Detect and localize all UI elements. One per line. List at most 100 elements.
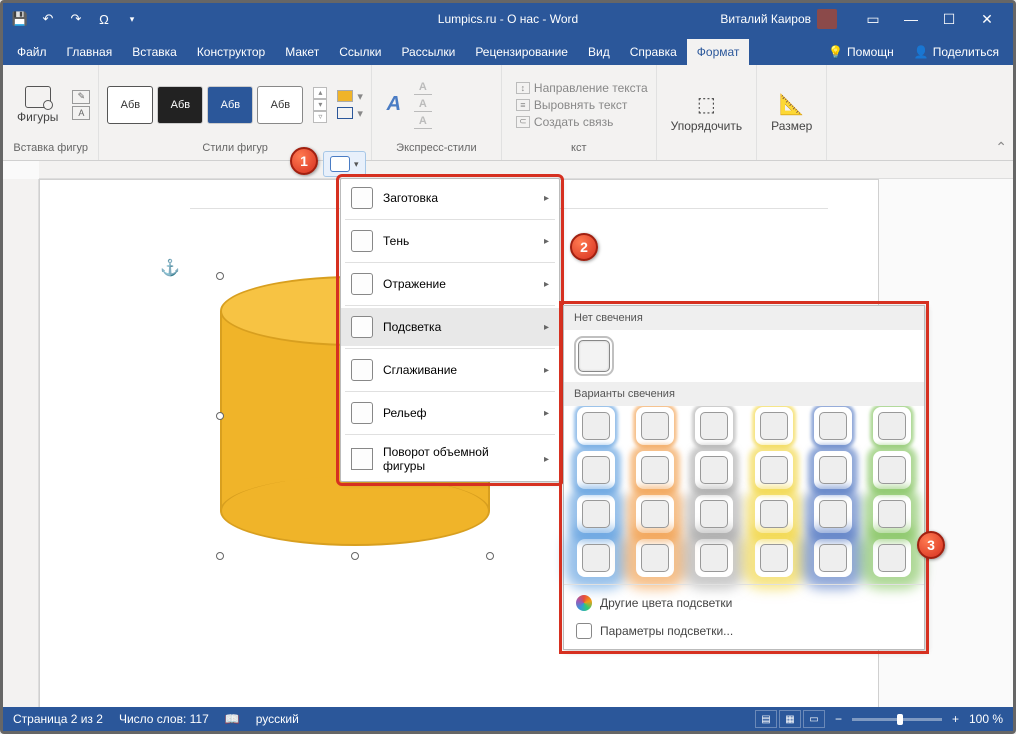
link-icon: ⊂ — [516, 116, 530, 128]
resize-handle-b[interactable] — [351, 552, 359, 560]
style-gallery-nav[interactable]: ▴▾▿ — [313, 87, 327, 123]
resize-handle-br[interactable] — [486, 552, 494, 560]
qat-dropdown-icon[interactable]: ▾ — [123, 10, 141, 28]
horizontal-ruler[interactable] — [39, 161, 1013, 179]
edit-shape-icon[interactable]: ✎ — [72, 90, 90, 104]
glow-swatch[interactable] — [878, 544, 906, 572]
create-link-button[interactable]: ⊂Создать связь — [516, 114, 648, 130]
save-icon[interactable]: 💾 — [11, 10, 29, 28]
undo-icon[interactable]: ↶ — [39, 10, 57, 28]
glow-swatch[interactable] — [582, 456, 610, 484]
arrange-button[interactable]: ⬚ Упорядочить — [665, 90, 748, 135]
status-page[interactable]: Страница 2 из 2 — [13, 712, 103, 726]
size-button[interactable]: 📐 Размер — [765, 90, 818, 135]
tab-insert[interactable]: Вставка — [122, 39, 187, 65]
glow-swatch[interactable] — [819, 500, 847, 528]
glow-swatch[interactable] — [700, 456, 728, 484]
glow-none-option[interactable] — [578, 340, 610, 372]
glow-swatch[interactable] — [641, 500, 669, 528]
resize-handle-bl[interactable] — [216, 552, 224, 560]
shapes-button[interactable]: Фигуры — [11, 84, 64, 126]
glow-swatch[interactable] — [582, 544, 610, 572]
minimize-icon[interactable]: ― — [893, 5, 929, 33]
glow-swatch[interactable] — [700, 412, 728, 440]
tab-review[interactable]: Рецензирование — [465, 39, 578, 65]
rotation-icon — [351, 448, 373, 470]
collapse-ribbon-icon[interactable]: ⌃ — [995, 139, 1007, 156]
tab-help[interactable]: Справка — [620, 39, 687, 65]
glow-swatch[interactable] — [582, 412, 610, 440]
shape-style-4[interactable]: Абв — [257, 86, 303, 124]
zoom-in-icon[interactable]: + — [952, 712, 959, 726]
zoom-out-icon[interactable]: − — [835, 712, 842, 726]
zoom-slider[interactable] — [852, 718, 942, 721]
effects-reflection[interactable]: Отражение▸ — [341, 265, 559, 303]
color-wheel-icon — [576, 595, 592, 611]
status-language[interactable]: русский — [256, 712, 299, 726]
tab-references[interactable]: Ссылки — [329, 39, 391, 65]
glow-swatch[interactable] — [878, 456, 906, 484]
shape-fill-button[interactable]: ▾ — [337, 90, 363, 103]
spellcheck-icon[interactable]: 📖 — [225, 712, 240, 726]
shape-style-3[interactable]: Абв — [207, 86, 253, 124]
tab-view[interactable]: Вид — [578, 39, 620, 65]
shape-style-2[interactable]: Абв — [157, 86, 203, 124]
glow-swatch[interactable] — [641, 544, 669, 572]
text-outline-icon[interactable]: A — [414, 98, 432, 112]
glow-swatch[interactable] — [819, 412, 847, 440]
resize-handle-tl[interactable] — [216, 272, 224, 280]
tab-design[interactable]: Конструктор — [187, 39, 275, 65]
shape-outline-button[interactable]: ▾ — [337, 107, 363, 120]
status-words[interactable]: Число слов: 117 — [119, 712, 209, 726]
glow-swatch[interactable] — [700, 500, 728, 528]
glow-swatch[interactable] — [760, 544, 788, 572]
effects-3d-rotation[interactable]: Поворот объемной фигуры▸ — [341, 437, 559, 481]
tab-file[interactable]: Файл — [7, 39, 57, 65]
effects-glow[interactable]: Подсветка▸ — [341, 308, 559, 346]
glow-swatch[interactable] — [760, 412, 788, 440]
tab-format[interactable]: Формат — [687, 39, 750, 65]
ribbon-mode-icon[interactable]: ▭ — [855, 5, 891, 33]
text-fill-icon[interactable]: A — [414, 81, 432, 95]
vertical-ruler[interactable] — [3, 179, 39, 707]
shape-style-1[interactable]: Абв — [107, 86, 153, 124]
glow-swatch[interactable] — [582, 500, 610, 528]
glow-swatch[interactable] — [819, 544, 847, 572]
glow-swatch[interactable] — [760, 456, 788, 484]
effects-preset[interactable]: Заготовка▸ — [341, 179, 559, 217]
tab-home[interactable]: Главная — [57, 39, 123, 65]
user-account[interactable]: Виталий Каиров — [710, 9, 847, 29]
glow-swatch[interactable] — [641, 412, 669, 440]
omega-icon[interactable]: Ω — [95, 10, 113, 28]
align-text-button[interactable]: ≡Выровнять текст — [516, 97, 648, 113]
effects-soft-edges[interactable]: Сглаживание▸ — [341, 351, 559, 389]
glow-swatch[interactable] — [760, 500, 788, 528]
chevron-right-icon: ▸ — [544, 279, 549, 290]
glow-swatch[interactable] — [641, 456, 669, 484]
zoom-level[interactable]: 100 % — [969, 712, 1003, 726]
share-button[interactable]: 👤Поделиться — [904, 39, 1009, 65]
shape-effects-button[interactable]: ▾ — [323, 151, 366, 177]
text-box-icon[interactable]: A — [72, 106, 90, 120]
close-icon[interactable]: ✕ — [969, 5, 1005, 33]
redo-icon[interactable]: ↷ — [67, 10, 85, 28]
glow-swatch[interactable] — [819, 456, 847, 484]
tab-mailings[interactable]: Рассылки — [391, 39, 465, 65]
glow-swatch[interactable] — [700, 544, 728, 572]
resize-handle-l[interactable] — [216, 412, 224, 420]
glow-swatch[interactable] — [878, 500, 906, 528]
glow-swatch[interactable] — [878, 412, 906, 440]
effects-bevel[interactable]: Рельеф▸ — [341, 394, 559, 432]
glow-options[interactable]: Параметры подсветки... — [564, 617, 924, 645]
view-read-icon[interactable]: ▤ — [755, 710, 777, 728]
text-direction-button[interactable]: ↕Направление текста — [516, 80, 648, 96]
tell-me-button[interactable]: 💡Помощн — [818, 39, 904, 65]
ribbon-tabs: Файл Главная Вставка Конструктор Макет С… — [3, 35, 1013, 65]
tab-layout[interactable]: Макет — [275, 39, 329, 65]
maximize-icon[interactable]: ☐ — [931, 5, 967, 33]
effects-shadow[interactable]: Тень▸ — [341, 222, 559, 260]
view-web-icon[interactable]: ▭ — [803, 710, 825, 728]
view-print-icon[interactable]: ▦ — [779, 710, 801, 728]
more-glow-colors[interactable]: Другие цвета подсветки — [564, 589, 924, 617]
text-effects-icon[interactable]: A — [414, 115, 432, 129]
